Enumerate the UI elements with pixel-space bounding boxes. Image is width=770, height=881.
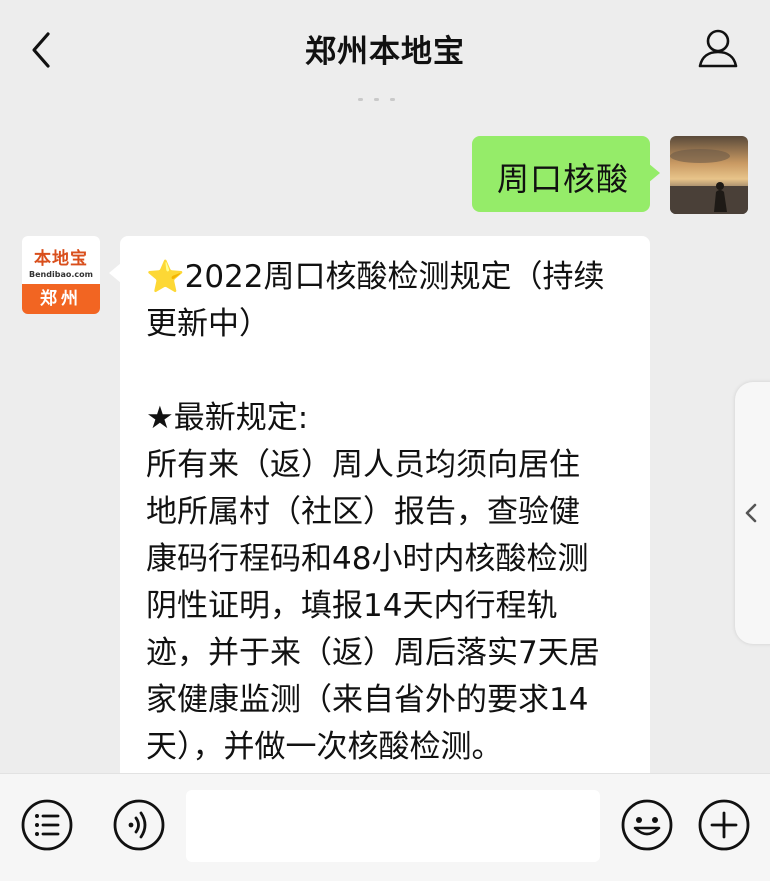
sunset-photo-avatar bbox=[670, 136, 748, 214]
bendibao-avatar[interactable]: 本地宝 Bendibao.com 郑州 bbox=[22, 236, 100, 314]
bottom-input-bar bbox=[0, 773, 770, 881]
chat-title: 郑州本地宝 bbox=[305, 34, 465, 70]
voice-icon bbox=[113, 799, 165, 851]
plus-icon bbox=[698, 799, 750, 851]
message-input[interactable] bbox=[186, 790, 600, 862]
body-line: 天），并做一次核酸检测。 bbox=[146, 729, 503, 765]
section-heading: ★最新规定: bbox=[146, 400, 309, 436]
message-title-line1: 2022周口核酸检测规定（持续 bbox=[184, 259, 605, 295]
message-title-line2: 更新中） bbox=[146, 306, 270, 342]
voice-button[interactable] bbox=[112, 798, 166, 852]
add-button[interactable] bbox=[697, 798, 751, 852]
body-line: 阴性证明，填报14天内行程轨 bbox=[146, 588, 558, 624]
body-line: 康码行程码和48小时内核酸检测 bbox=[146, 541, 589, 577]
top-bar: 郑州本地宝 bbox=[0, 0, 770, 101]
list-icon bbox=[21, 799, 73, 851]
body-line: 迹，并于来（返）周后落实7天居 bbox=[146, 635, 600, 671]
body-line: 所有来（返）周人员均须向居住 bbox=[146, 447, 580, 483]
star-emoji-icon: ⭐ bbox=[146, 259, 185, 295]
person-icon bbox=[698, 29, 738, 68]
incoming-message-bubble[interactable]: ⭐2022周口核酸检测规定（持续 更新中） ★最新规定: 所有来（返）周人员均须… bbox=[120, 236, 650, 796]
logo-name-text: 本地宝 bbox=[34, 249, 88, 269]
outgoing-message-text: 周口核酸 bbox=[497, 160, 630, 198]
bendibao-logo: 本地宝 Bendibao.com bbox=[22, 236, 100, 284]
chevron-left-icon bbox=[745, 503, 757, 523]
body-line: 地所属村（社区）报告，查验健 bbox=[146, 494, 580, 530]
message-title: ⭐2022周口核酸检测规定（持续 bbox=[146, 254, 624, 301]
emoji-button[interactable] bbox=[620, 798, 674, 852]
body-line: 家健康监测（来自省外的要求14 bbox=[146, 682, 589, 718]
user-avatar[interactable] bbox=[670, 136, 748, 214]
logo-domain-text: Bendibao.com bbox=[29, 270, 93, 279]
outgoing-message-bubble[interactable]: 周口核酸 bbox=[472, 136, 650, 212]
logo-city-text: 郑州 bbox=[22, 284, 100, 314]
menu-button[interactable] bbox=[20, 798, 74, 852]
side-panel-tab[interactable] bbox=[735, 382, 770, 644]
profile-button[interactable] bbox=[696, 26, 740, 70]
smiley-icon bbox=[621, 799, 673, 851]
scroll-indicator bbox=[358, 86, 408, 101]
outgoing-bubble-tail bbox=[648, 163, 660, 183]
